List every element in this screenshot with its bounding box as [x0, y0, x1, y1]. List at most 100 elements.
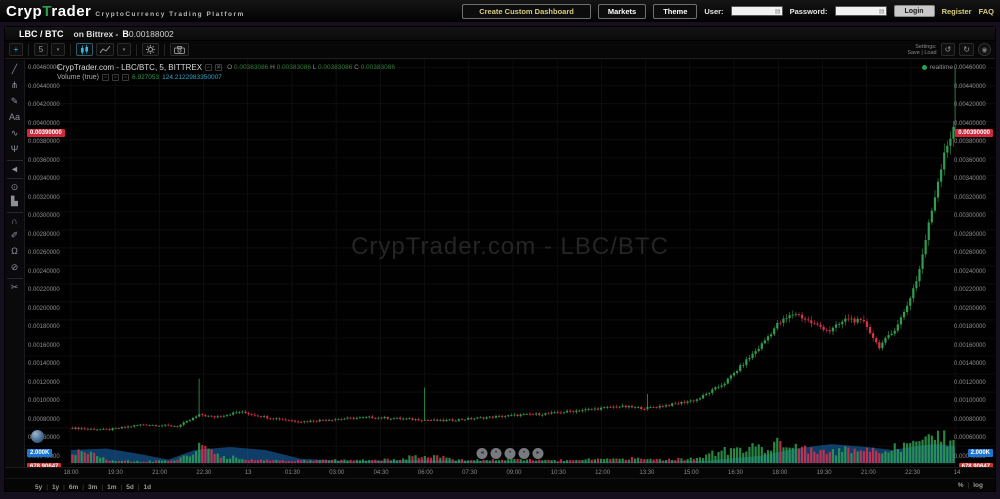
text-tool[interactable]: Aa [7, 110, 23, 125]
scale-link-log[interactable]: log [969, 482, 987, 489]
pager-dot[interactable]: • [491, 448, 502, 459]
price-tick-label: 0.00320000 [954, 195, 986, 201]
login-button[interactable]: Login [894, 5, 935, 17]
volume-badge-blue-right: 2.000K [968, 449, 993, 457]
xabcd-pattern-tool[interactable]: ∿ [7, 126, 23, 141]
volume-bar [863, 451, 865, 463]
range-link-1m[interactable]: 1m [103, 484, 120, 491]
pager-left-icon[interactable]: ◂ [477, 448, 488, 459]
candle-body [136, 425, 138, 426]
candle-body [278, 418, 280, 419]
volume-eye-icon[interactable]: ▫ [112, 74, 119, 81]
remove-tool[interactable]: ✂ [7, 278, 23, 293]
volume-close-icon[interactable]: ▫ [122, 74, 129, 81]
indicator-settings-button[interactable] [142, 43, 159, 56]
range-link-1d[interactable]: 1d [140, 484, 156, 491]
range-link-3m[interactable]: 3m [84, 484, 101, 491]
candle-body [640, 407, 642, 409]
candle-body [418, 419, 420, 420]
volume-bar [921, 440, 923, 463]
cryptrader-logo[interactable]: CrypTrader CryptoCurrency Trading Platfo… [6, 3, 245, 20]
volume-bar [588, 458, 590, 463]
price-tick-label: 0.00180000 [954, 324, 986, 330]
volume-bar [146, 462, 148, 463]
scroll-bubble-icon[interactable] [31, 430, 44, 443]
candle-body [297, 422, 299, 423]
interval-button[interactable]: 5 [34, 43, 48, 56]
volume-bar [448, 458, 450, 463]
candle-body [492, 417, 494, 418]
legend-close-icon[interactable]: ✕ [215, 64, 222, 71]
volume-bar [887, 452, 889, 463]
volume-bar [578, 460, 580, 463]
style-caret[interactable]: ▾ [117, 43, 131, 56]
theme-button[interactable]: Theme [653, 4, 697, 19]
redo-button[interactable]: ↻ [959, 43, 974, 56]
trend-line-tool[interactable]: ╱ [7, 62, 23, 77]
hide-tool[interactable]: ⊘ [7, 260, 23, 275]
pitchfork-tool[interactable]: ⋔ [7, 78, 23, 93]
candle-body [813, 323, 815, 324]
volume-bar [554, 460, 556, 463]
candle-body [207, 416, 209, 417]
volume-bar [949, 441, 951, 464]
realtime-indicator[interactable]: realtime [922, 64, 953, 71]
range-link-6m[interactable]: 6m [65, 484, 82, 491]
volume-bar [504, 460, 506, 463]
pager-right-icon[interactable]: ▸ [533, 448, 544, 459]
candle-body [257, 416, 259, 417]
candle-body [584, 409, 586, 410]
username-input[interactable]: ▤ [731, 6, 783, 16]
undo-button[interactable]: ↺ [941, 43, 956, 56]
candlestick-chart[interactable] [25, 60, 995, 467]
range-link-5y[interactable]: 5y [31, 484, 46, 491]
candle-body [566, 411, 568, 413]
interval-caret[interactable]: ▾ [51, 43, 65, 56]
volume-bar [637, 458, 639, 463]
register-link[interactable]: Register [942, 7, 972, 16]
lock-tool[interactable]: Ω [7, 244, 23, 259]
candle-style-button[interactable] [76, 43, 93, 56]
faq-link[interactable]: FAQ [979, 7, 994, 16]
candle-body [705, 394, 707, 395]
markets-button[interactable]: Markets [598, 4, 646, 19]
pager-dot[interactable]: • [505, 448, 516, 459]
scale-link-%[interactable]: % [954, 482, 968, 489]
volume-settings-icon[interactable]: ▫ [102, 74, 109, 81]
arrow-tool[interactable]: ◄ [7, 160, 23, 175]
price-axis-right[interactable]: 0.004600000.004400000.004200000.00400000… [954, 60, 994, 467]
snapshot-button[interactable]: ◉ [978, 43, 991, 56]
draw-tool[interactable]: ✐ [7, 228, 23, 243]
candle-body [708, 393, 710, 394]
chart-canvas[interactable]: CrypTrader.com - LBC/BTC CrypTrader.com … [25, 60, 995, 467]
candle-body [275, 418, 277, 419]
candle-body [445, 420, 447, 421]
zoom-tool[interactable]: ⊙ [7, 178, 23, 193]
password-input[interactable]: ▤ [835, 6, 887, 16]
toolbar-separator [70, 44, 71, 56]
measure-tool[interactable]: ▙ [7, 194, 23, 209]
pager-dot[interactable]: • [519, 448, 530, 459]
candle-body [176, 426, 178, 427]
line-style-button[interactable] [96, 43, 114, 56]
range-link-5d[interactable]: 5d [122, 484, 138, 491]
magnet-tool[interactable]: ∩ [7, 212, 23, 227]
candle-body [804, 318, 806, 319]
settings-save-load[interactable]: Settings: Save | Load [907, 44, 936, 56]
price-axis-left[interactable]: 0.004600000.004400000.004200000.00400000… [28, 60, 68, 467]
volume-badge-blue-left: 2.000K [27, 449, 52, 457]
volume-bar [430, 458, 432, 463]
brush-tool[interactable]: ✎ [7, 94, 23, 109]
candle-body [371, 417, 373, 418]
crosshair-icon[interactable]: + [9, 43, 23, 56]
volume-bar [523, 460, 525, 463]
save-load-links[interactable]: Save | Load [907, 50, 936, 56]
range-link-1y[interactable]: 1y [48, 484, 63, 491]
create-dashboard-button[interactable]: Create Custom Dashboard [462, 4, 591, 19]
prediction-tool[interactable]: Ψ [7, 142, 23, 157]
widget-title-bar[interactable]: LBC / BTC on Bittrex - B 0.00188002 [5, 27, 995, 41]
compare-button[interactable] [170, 43, 189, 56]
legend-settings-icon[interactable]: ▫ [205, 64, 212, 71]
price-tick-label: 0.00420000 [28, 102, 60, 108]
candle-body [260, 416, 262, 417]
